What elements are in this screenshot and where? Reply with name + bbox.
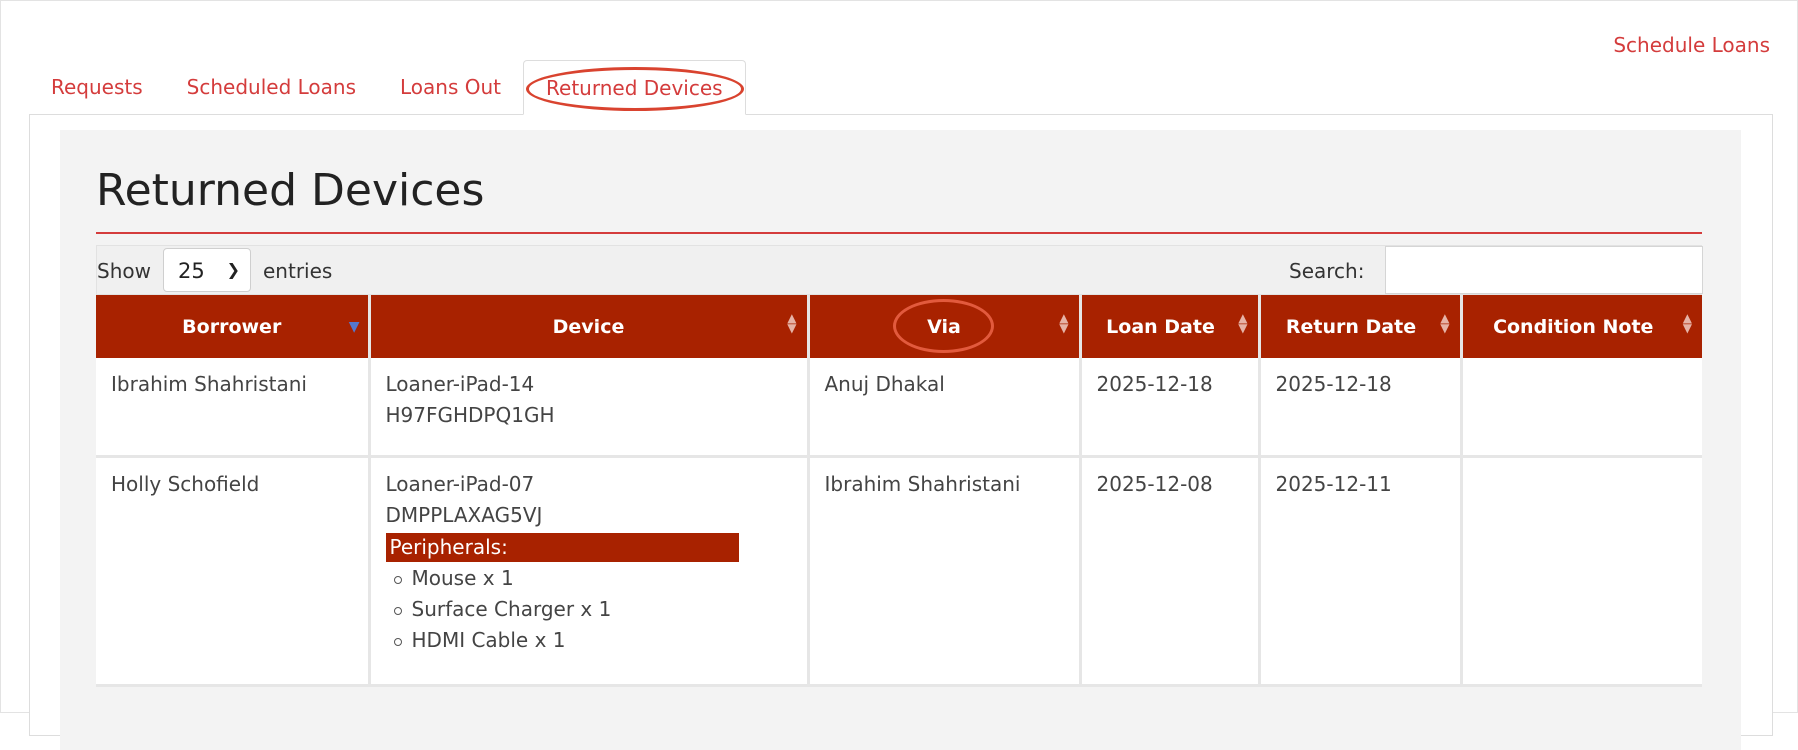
content-area: Returned Devices Show 25 ❯ entries Searc… xyxy=(60,130,1741,750)
cell-return-date: 2025-12-11 xyxy=(1257,456,1463,687)
cell-loan-date: 2025-12-18 xyxy=(1078,358,1261,458)
search-input[interactable] xyxy=(1385,246,1703,294)
list-item: Surface Charger x 1 xyxy=(393,594,792,625)
cell-device: Loaner-iPad-14 H97FGHDPQ1GH xyxy=(367,358,810,458)
sort-both-icon: ▲ ▼ xyxy=(787,311,797,335)
returned-devices-table: Borrower ▼ Device ▲▼ Via ▲▼ Loan Date xyxy=(96,295,1702,687)
cell-via: Ibrahim Shahristani xyxy=(806,456,1082,687)
peripherals-heading: Peripherals: xyxy=(385,532,739,562)
page-title: Returned Devices xyxy=(96,165,485,216)
cell-return-date: 2025-12-18 xyxy=(1257,358,1463,458)
list-item: Mouse x 1 xyxy=(393,563,792,594)
column-header-device[interactable]: Device ▲ ▼ xyxy=(369,295,810,358)
schedule-loans-link[interactable]: Schedule Loans xyxy=(1613,33,1770,57)
tab-returned-devices[interactable]: Returned Devices xyxy=(523,60,746,115)
column-header-condition-note[interactable]: Condition Note ▲ ▼ xyxy=(1461,295,1702,358)
device-name: Loaner-iPad-07 xyxy=(385,471,535,496)
column-header-label: Via xyxy=(927,315,961,338)
list-item: HDMI Cable x 1 xyxy=(393,625,792,656)
tab-bar: Requests Scheduled Loans Loans Out Retur… xyxy=(29,60,746,115)
sort-both-icon: ▲ ▼ xyxy=(1238,311,1248,335)
cell-borrower: Holly Schofield xyxy=(96,456,371,687)
column-header-label: Loan Date xyxy=(1106,315,1215,338)
sort-both-icon: ▲ ▼ xyxy=(1682,311,1692,335)
device-serial: H97FGHDPQ1GH xyxy=(385,403,555,427)
chevron-down-icon: ❯ xyxy=(226,260,240,279)
peripherals-list: Mouse x 1 Surface Charger x 1 HDMI Cable… xyxy=(386,563,792,656)
column-header-label: Return Date xyxy=(1285,315,1417,338)
tab-requests[interactable]: Requests xyxy=(29,60,165,115)
column-header-borrower[interactable]: Borrower ▼ xyxy=(96,295,371,358)
table-row[interactable]: Ibrahim Shahristani Loaner-iPad-14 H97FG… xyxy=(96,358,1702,458)
cell-loan-date: 2025-12-08 xyxy=(1078,456,1261,687)
sort-both-icon: ▲ ▼ xyxy=(1440,311,1450,335)
sort-both-icon: ▲ ▼ xyxy=(1059,311,1069,335)
title-divider xyxy=(96,232,1702,234)
column-header-label: Condition Note xyxy=(1493,315,1654,338)
table-controls: Show 25 ❯ entries Search: xyxy=(96,245,1703,295)
entries-select[interactable]: 25 ❯ xyxy=(163,248,251,292)
cell-device: Loaner-iPad-07 DMPPLAXAG5VJ Peripherals:… xyxy=(367,456,810,687)
search-label: Search: xyxy=(1289,259,1365,283)
column-header-loan-date[interactable]: Loan Date ▲ ▼ xyxy=(1080,295,1261,358)
cell-borrower: Ibrahim Shahristani xyxy=(96,358,371,458)
tab-panel: Returned Devices Show 25 ❯ entries Searc… xyxy=(29,114,1773,750)
column-header-via[interactable]: Via ▲ ▼ xyxy=(808,295,1082,358)
table-header-row: Borrower ▼ Device ▲▼ Via ▲▼ Loan Date xyxy=(96,295,1702,358)
table-row[interactable]: Holly Schofield Loaner-iPad-07 DMPPLAXAG… xyxy=(96,456,1702,687)
show-label: Show xyxy=(97,259,151,283)
tab-scheduled-loans[interactable]: Scheduled Loans xyxy=(165,60,378,115)
cell-condition-note xyxy=(1459,358,1702,458)
cell-via: Anuj Dhakal xyxy=(806,358,1082,458)
entries-label: entries xyxy=(263,259,333,283)
column-header-label: Borrower xyxy=(182,315,282,338)
device-name: Loaner-iPad-14 xyxy=(385,372,535,396)
sort-desc-icon: ▼ xyxy=(348,319,360,335)
column-header-label: Device xyxy=(552,315,625,338)
column-header-return-date[interactable]: Return Date ▲ ▼ xyxy=(1259,295,1463,358)
entries-select-value: 25 xyxy=(178,259,205,283)
tab-loans-out[interactable]: Loans Out xyxy=(378,60,523,115)
cell-condition-note xyxy=(1459,456,1702,687)
device-serial: DMPPLAXAG5VJ xyxy=(385,502,543,527)
tab-returned-devices-label: Returned Devices xyxy=(546,76,723,100)
